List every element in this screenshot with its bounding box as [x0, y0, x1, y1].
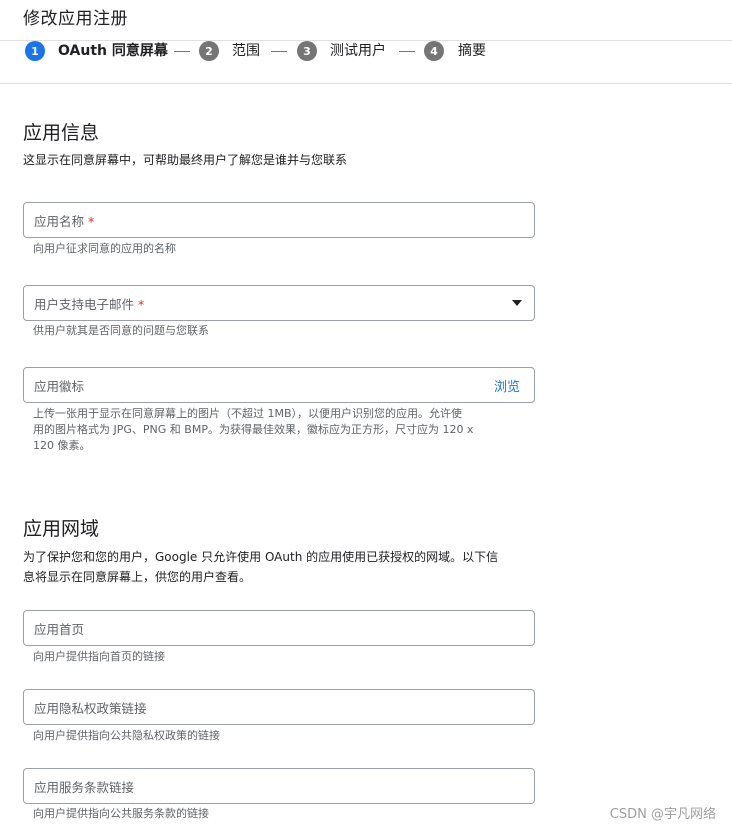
section-desc-app-info: 这显示在同意屏幕中，可帮助最终用户了解您是谁并与您联系 — [23, 153, 348, 167]
privacy-policy-field[interactable]: 应用隐私权政策链接 — [23, 689, 535, 725]
app-logo-label: 应用徽标 — [34, 379, 85, 394]
step-2-label[interactable]: 范围 — [232, 41, 260, 61]
section-desc-app-domain-2: 息将显示在同意屏幕上，供您的用户查看。 — [23, 570, 252, 584]
support-email-label: 用户支持电子邮件 * — [34, 297, 145, 312]
step-separator — [399, 51, 415, 52]
step-1-number[interactable]: 1 — [25, 41, 45, 61]
step-3-label[interactable]: 测试用户 — [330, 41, 386, 61]
support-email-select[interactable]: 用户支持电子邮件 * — [23, 285, 535, 321]
app-name-field[interactable]: 应用名称 * — [23, 202, 535, 238]
app-name-helper: 向用户征求同意的应用的名称 — [33, 242, 176, 255]
watermark: CSDN @宇凡网络 — [609, 807, 716, 822]
page-title: 修改应用注册 — [23, 9, 128, 29]
section-title-app-domain: 应用网域 — [23, 518, 100, 540]
section-title-app-info: 应用信息 — [23, 122, 100, 144]
support-email-helper: 供用户就其是否同意的问题与您联系 — [33, 324, 209, 337]
step-4-label[interactable]: 摘要 — [458, 41, 486, 61]
homepage-helper: 向用户提供指向首页的链接 — [33, 650, 165, 663]
homepage-label: 应用首页 — [34, 622, 85, 637]
app-name-label: 应用名称 * — [34, 214, 95, 229]
header: 修改应用注册 — [0, 0, 732, 41]
terms-field[interactable]: 应用服务条款链接 — [23, 768, 535, 804]
app-logo-helper-1: 上传一张用于显示在同意屏幕上的图片（不超过 1MB），以便用户识别您的应用。允许… — [33, 407, 463, 420]
section-desc-app-domain-1: 为了保护您和您的用户，Google 只允许使用 OAuth 的应用使用已获授权的… — [23, 550, 499, 564]
privacy-policy-helper: 向用户提供指向公共隐私权政策的链接 — [33, 729, 220, 742]
privacy-policy-label: 应用隐私权政策链接 — [34, 701, 147, 716]
browse-button[interactable]: 浏览 — [494, 376, 520, 395]
step-1-label[interactable]: OAuth 同意屏幕 — [58, 41, 168, 61]
app-logo-helper-3: 120 像素。 — [33, 439, 91, 452]
step-separator — [174, 51, 190, 52]
app-logo-helper-2: 用的图片格式为 JPG、PNG 和 BMP。为获得最佳效果，徽标应为正方形，尺寸… — [33, 423, 474, 436]
page: 修改应用注册 1 OAuth 同意屏幕 2 范围 3 测试用户 4 摘要 应用信… — [0, 0, 732, 831]
step-separator — [271, 51, 287, 52]
stepper: 1 OAuth 同意屏幕 2 范围 3 测试用户 4 摘要 — [0, 40, 732, 84]
app-logo-field[interactable]: 应用徽标 浏览 — [23, 367, 535, 403]
step-3-number[interactable]: 3 — [297, 41, 317, 61]
step-2-number[interactable]: 2 — [199, 41, 219, 61]
triangle-down-icon[interactable] — [512, 300, 522, 306]
homepage-field[interactable]: 应用首页 — [23, 610, 535, 646]
terms-helper: 向用户提供指向公共服务条款的链接 — [33, 807, 209, 820]
terms-label: 应用服务条款链接 — [34, 780, 135, 795]
step-4-number[interactable]: 4 — [424, 41, 444, 61]
